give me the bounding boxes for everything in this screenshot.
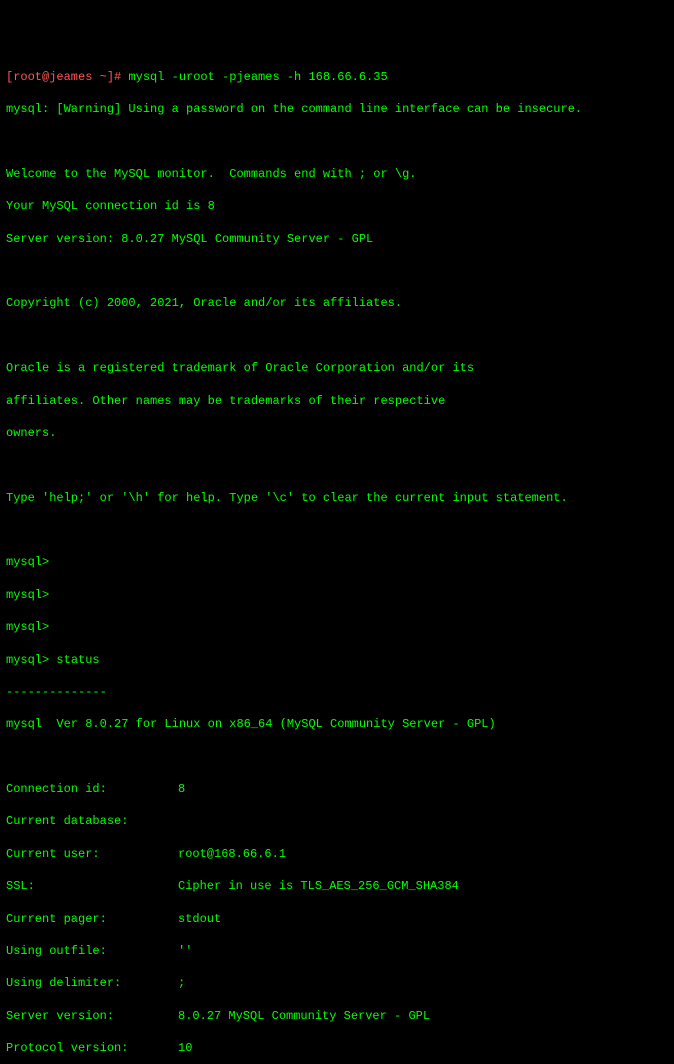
mysql-prompt[interactable]: mysql> <box>6 619 668 635</box>
mysql-prompt[interactable]: mysql> <box>6 587 668 603</box>
version-line: mysql Ver 8.0.27 for Linux on x86_64 (My… <box>6 716 668 732</box>
welcome-line-2: Your MySQL connection id is 8 <box>6 198 668 214</box>
blank-line <box>6 522 668 538</box>
copyright-line: Copyright (c) 2000, 2021, Oracle and/or … <box>6 295 668 311</box>
shell-prompt-line: [root@jeames ~]# mysql -uroot -pjeames -… <box>6 69 668 85</box>
help-line: Type 'help;' or '\h' for help. Type '\c'… <box>6 490 668 506</box>
trademark-line-1: Oracle is a registered trademark of Orac… <box>6 360 668 376</box>
status-current-user: Current user:root@168.66.6.1 <box>6 846 668 862</box>
status-protocol-version: Protocol version:10 <box>6 1040 668 1056</box>
status-using-outfile: Using outfile:'' <box>6 943 668 959</box>
status-connection-id: Connection id:8 <box>6 781 668 797</box>
welcome-line-1: Welcome to the MySQL monitor. Commands e… <box>6 166 668 182</box>
mysql-command-status: status <box>56 653 99 667</box>
shell-command: mysql -uroot -pjeames -h 168.66.6.35 <box>128 70 387 84</box>
blank-line <box>6 457 668 473</box>
blank-line <box>6 263 668 279</box>
status-current-database: Current database: <box>6 813 668 829</box>
status-current-pager: Current pager:stdout <box>6 911 668 927</box>
blank-line <box>6 749 668 765</box>
status-using-delimiter: Using delimiter:; <box>6 975 668 991</box>
status-server-version: Server version:8.0.27 MySQL Community Se… <box>6 1008 668 1024</box>
blank-line <box>6 134 668 150</box>
status-ssl: SSL:Cipher in use is TLS_AES_256_GCM_SHA… <box>6 878 668 894</box>
blank-line <box>6 328 668 344</box>
mysql-prompt-status[interactable]: mysql> status <box>6 652 668 668</box>
mysql-warning: mysql: [Warning] Using a password on the… <box>6 101 668 117</box>
trademark-line-2: affiliates. Other names may be trademark… <box>6 393 668 409</box>
mysql-prompt-label: mysql> <box>6 653 56 667</box>
trademark-line-3: owners. <box>6 425 668 441</box>
mysql-prompt[interactable]: mysql> <box>6 554 668 570</box>
shell-prompt: [root@jeames ~]# <box>6 70 128 84</box>
divider: -------------- <box>6 684 668 700</box>
welcome-line-3: Server version: 8.0.27 MySQL Community S… <box>6 231 668 247</box>
